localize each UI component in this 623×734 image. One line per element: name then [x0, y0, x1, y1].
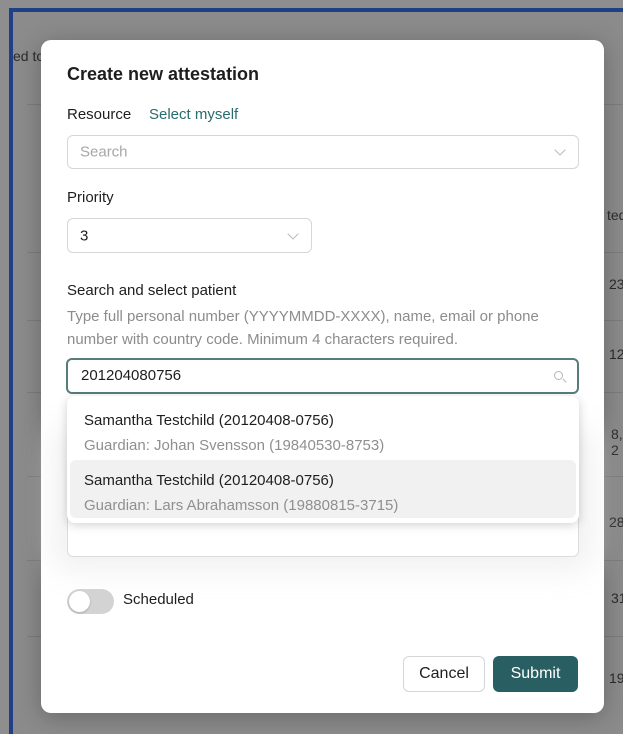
patient-search-input-wrapper[interactable]: [66, 358, 579, 394]
patient-option-guardian: Guardian: Lars Abrahamsson (19880815-371…: [84, 497, 399, 514]
create-attestation-dialog: Create new attestation Resource Select m…: [41, 40, 604, 713]
background-text: 8, 2: [611, 426, 623, 458]
patient-search-label: Search and select patient: [67, 282, 237, 299]
priority-select[interactable]: 3: [67, 218, 312, 253]
toggle-knob: [69, 591, 90, 612]
patient-search-help: Type full personal number (YYYYMMDD-XXXX…: [67, 308, 539, 348]
scheduled-toggle[interactable]: [67, 589, 114, 614]
resource-label: Resource: [67, 106, 132, 123]
background-text: 23,: [609, 276, 623, 292]
background-text: 12,: [609, 346, 623, 362]
cancel-button[interactable]: Cancel: [403, 656, 485, 692]
patient-results-dropdown: Samantha Testchild (20120408-0756) Guard…: [67, 396, 579, 523]
patient-option-guardian: Guardian: Johan Svensson (19840530-8753): [84, 437, 385, 454]
resource-search-select[interactable]: Search: [67, 135, 579, 169]
patient-search-input[interactable]: [79, 366, 543, 385]
scheduled-label: Scheduled: [123, 591, 194, 608]
background-text: 31,: [611, 590, 623, 606]
dialog-title: Create new attestation: [67, 64, 260, 84]
background-text: 19,: [609, 670, 623, 686]
priority-value: 3: [80, 227, 89, 244]
background-text: ed to: [13, 48, 45, 64]
resource-search-placeholder: Search: [80, 143, 128, 161]
background-text: ted: [607, 207, 623, 223]
chevron-down-icon: [554, 144, 566, 156]
search-icon: [554, 371, 563, 380]
patient-option-name: Samantha Testchild (20120408-0756): [84, 412, 334, 429]
chevron-down-icon: [287, 227, 299, 240]
select-myself-link[interactable]: Select myself: [149, 106, 238, 123]
submit-button[interactable]: Submit: [493, 656, 578, 692]
priority-label: Priority: [67, 189, 114, 206]
patient-option-name: Samantha Testchild (20120408-0756): [84, 472, 334, 489]
patient-option[interactable]: Samantha Testchild (20120408-0756) Guard…: [70, 460, 576, 518]
patient-option[interactable]: Samantha Testchild (20120408-0756) Guard…: [67, 400, 573, 458]
background-text: 28,: [609, 514, 623, 530]
